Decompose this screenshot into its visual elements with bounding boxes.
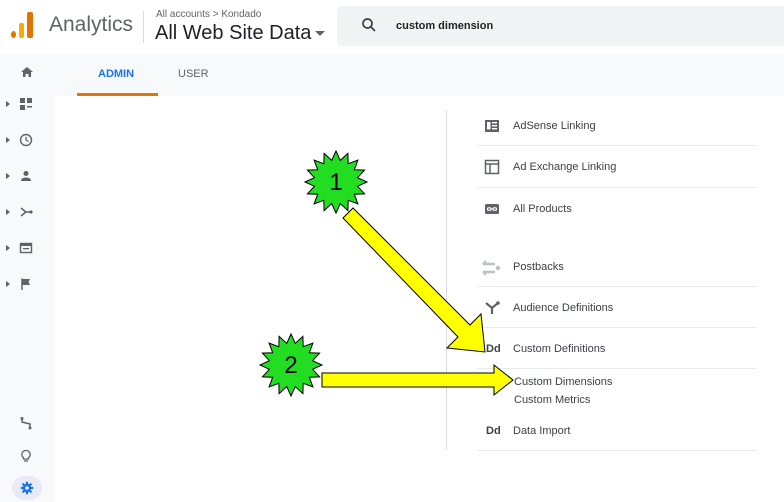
annotation-badge-1: 1 xyxy=(303,149,369,215)
annotation-overlay: 1 2 xyxy=(258,149,514,398)
annotation-arrow-2 xyxy=(321,363,514,397)
badge-1-number: 1 xyxy=(329,169,342,196)
annotation-badge-2: 2 xyxy=(258,332,324,398)
analytics-admin-page: Analytics All accounts > Kondado All Web… xyxy=(0,0,784,502)
badge-2-number: 2 xyxy=(284,352,297,379)
annotation-arrow-1 xyxy=(342,207,486,353)
